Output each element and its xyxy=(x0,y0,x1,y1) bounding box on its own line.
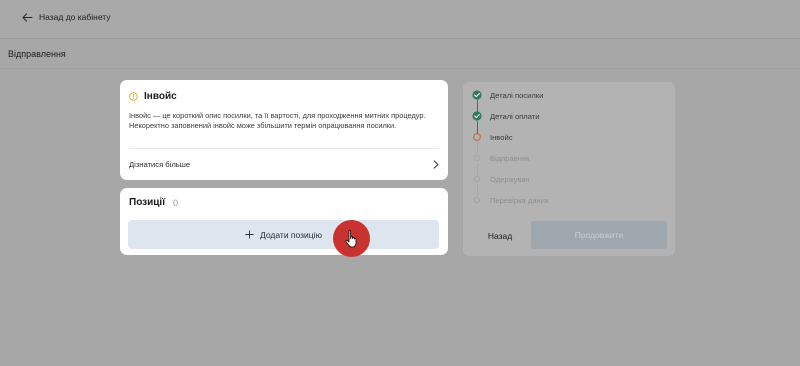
learn-more-label: Дізнатися більше xyxy=(129,159,191,169)
positions-title: Позиції xyxy=(129,197,166,208)
current-step-icon xyxy=(472,132,482,142)
section-bar: Відправлення xyxy=(0,39,800,69)
arrow-left-icon xyxy=(22,12,33,22)
pending-step-icon xyxy=(472,195,482,205)
positions-card: Позиції 0 Додати позицію xyxy=(120,188,448,255)
hand-pointer-icon xyxy=(344,229,356,248)
step-payment-details: Деталі оплати xyxy=(472,111,540,121)
continue-button[interactable]: Продовжити xyxy=(531,221,667,249)
page-title: Відправлення xyxy=(8,49,66,59)
step-data-review: Перевірка даних xyxy=(472,195,549,205)
step-sender: Відправник xyxy=(472,153,530,163)
invoice-description: Інвойс — це короткий опис посилки, та її… xyxy=(129,111,426,130)
click-cursor-indicator xyxy=(333,220,370,257)
invoice-card: Інвойс Інвойс — це короткий опис посилки… xyxy=(120,80,448,180)
warning-icon xyxy=(129,92,138,101)
chevron-right-icon xyxy=(433,159,439,169)
step-label: Одержувач xyxy=(490,174,530,184)
positions-count: 0 xyxy=(173,197,179,208)
step-recipient: Одержувач xyxy=(472,174,530,184)
learn-more-link[interactable]: Дізнатися більше xyxy=(129,148,439,179)
plus-icon xyxy=(245,230,254,239)
steps-panel: Деталі посилки Деталі оплати Інвойс Відп… xyxy=(463,82,675,256)
positions-header: Позиції 0 xyxy=(129,197,178,208)
step-label: Інвойс xyxy=(490,132,513,142)
add-position-button[interactable]: Додати позицію xyxy=(128,220,439,249)
step-label: Деталі посилки xyxy=(490,90,544,100)
top-bar: Назад до кабінету xyxy=(0,0,800,39)
check-icon xyxy=(472,111,482,121)
invoice-title: Інвойс xyxy=(144,91,177,102)
back-to-cabinet-label: Назад до кабінету xyxy=(39,12,111,22)
check-icon xyxy=(472,90,482,100)
add-position-label: Додати позицію xyxy=(260,229,322,240)
step-label: Перевірка даних xyxy=(490,195,549,205)
step-invoice: Інвойс xyxy=(472,132,513,142)
step-label: Деталі оплати xyxy=(490,111,540,121)
invoice-header: Інвойс xyxy=(129,91,177,102)
back-button[interactable]: Назад xyxy=(475,222,525,249)
step-label: Відправник xyxy=(490,153,530,163)
step-parcel-details: Деталі посилки xyxy=(472,90,543,100)
back-to-cabinet-link[interactable]: Назад до кабінету xyxy=(22,12,111,22)
pending-step-icon xyxy=(472,153,482,163)
pending-step-icon xyxy=(472,174,482,184)
